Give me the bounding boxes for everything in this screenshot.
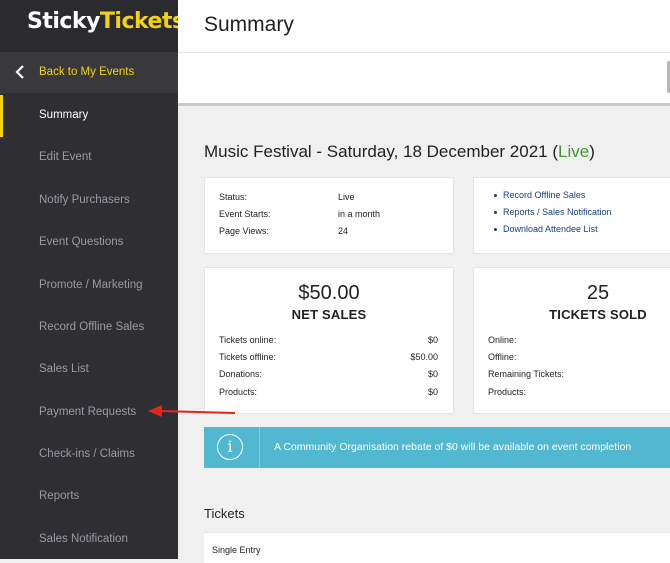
bullet [494, 211, 497, 214]
sold-row-label: Offline: [488, 352, 517, 362]
sidebar-item-record-offline-sales[interactable]: Record Offline Sales [39, 321, 144, 333]
back-label: Back to My Events [39, 66, 135, 78]
logo[interactable]: StickyTickets [0, 0, 185, 52]
event-title: Music Festival - Saturday, 18 December 2… [204, 142, 595, 161]
sidebar: StickyTickets Back to My Events Summary … [0, 0, 185, 559]
page-header: Summary [178, 0, 670, 52]
info-label-status: Status: [219, 192, 248, 202]
net-row-value: $50.00 [410, 352, 438, 362]
net-row-value: $0 [427, 335, 438, 345]
sidebar-item-summary[interactable]: Summary [39, 109, 88, 121]
sidebar-item-promote-marketing[interactable]: Promote / Marketing [39, 279, 143, 291]
net-row-label: Tickets online: [219, 335, 277, 345]
tickets-table [204, 532, 670, 563]
info-value-event-starts: in a month [338, 209, 381, 219]
sidebar-item-reports[interactable]: Reports [39, 490, 79, 502]
sidebar-item-payment-requests[interactable]: Payment Requests [39, 406, 136, 418]
link-reports-sales-notification[interactable]: Reports / Sales Notification [503, 207, 612, 217]
link-download-attendee-list[interactable]: Download Attendee List [503, 224, 598, 234]
active-indicator [0, 95, 3, 137]
banner-text: A Community Organisation rebate of $0 wi… [274, 441, 632, 453]
toolbar [178, 52, 670, 106]
banner-divider [259, 427, 260, 468]
tickets-sold-count: 25 [586, 282, 610, 304]
bullet [494, 194, 497, 197]
sidebar-item-event-questions[interactable]: Event Questions [39, 236, 123, 248]
net-row-label: Tickets offline: [219, 352, 277, 362]
sidebar-item-sales-list[interactable]: Sales List [39, 363, 89, 375]
info-value-page-views: 24 [338, 226, 349, 236]
net-row-value: $0 [427, 387, 438, 397]
sold-row-label: Online: [488, 335, 517, 345]
sidebar-item-edit-event[interactable]: Edit Event [39, 151, 91, 163]
bullet [494, 228, 497, 231]
tickets-section-title: Tickets [204, 506, 245, 521]
sidebar-item-notify-purchasers[interactable]: Notify Purchasers [39, 194, 130, 206]
info-value-status: Live [338, 192, 355, 202]
sold-row-label: Products: [488, 387, 527, 397]
net-row-label: Products: [219, 387, 258, 397]
info-icon: i [217, 434, 243, 460]
net-row-label: Donations: [219, 369, 263, 379]
page-title: Summary [204, 13, 294, 36]
rebate-banner: i A Community Organisation rebate of $0 … [204, 427, 670, 468]
net-sales-label: NET SALES [291, 307, 367, 322]
chevron-left-icon [15, 65, 24, 79]
net-row-value: $0 [427, 369, 438, 379]
sidebar-item-sales-notification[interactable]: Sales Notification [39, 533, 128, 545]
sold-row-label: Remaining Tickets: [488, 369, 565, 379]
logo-text: StickyTickets [27, 9, 185, 34]
info-label-event-starts: Event Starts: [219, 209, 271, 219]
ticket-row-name: Single Entry [212, 545, 261, 555]
link-record-offline-sales[interactable]: Record Offline Sales [503, 190, 585, 200]
event-status-live: Live [558, 142, 590, 161]
info-label-page-views: Page Views: [219, 226, 269, 236]
sidebar-item-check-ins-claims[interactable]: Check-ins / Claims [39, 448, 135, 460]
tickets-sold-label: TICKETS SOLD [549, 307, 647, 322]
net-sales-amount: $50.00 [298, 282, 360, 304]
